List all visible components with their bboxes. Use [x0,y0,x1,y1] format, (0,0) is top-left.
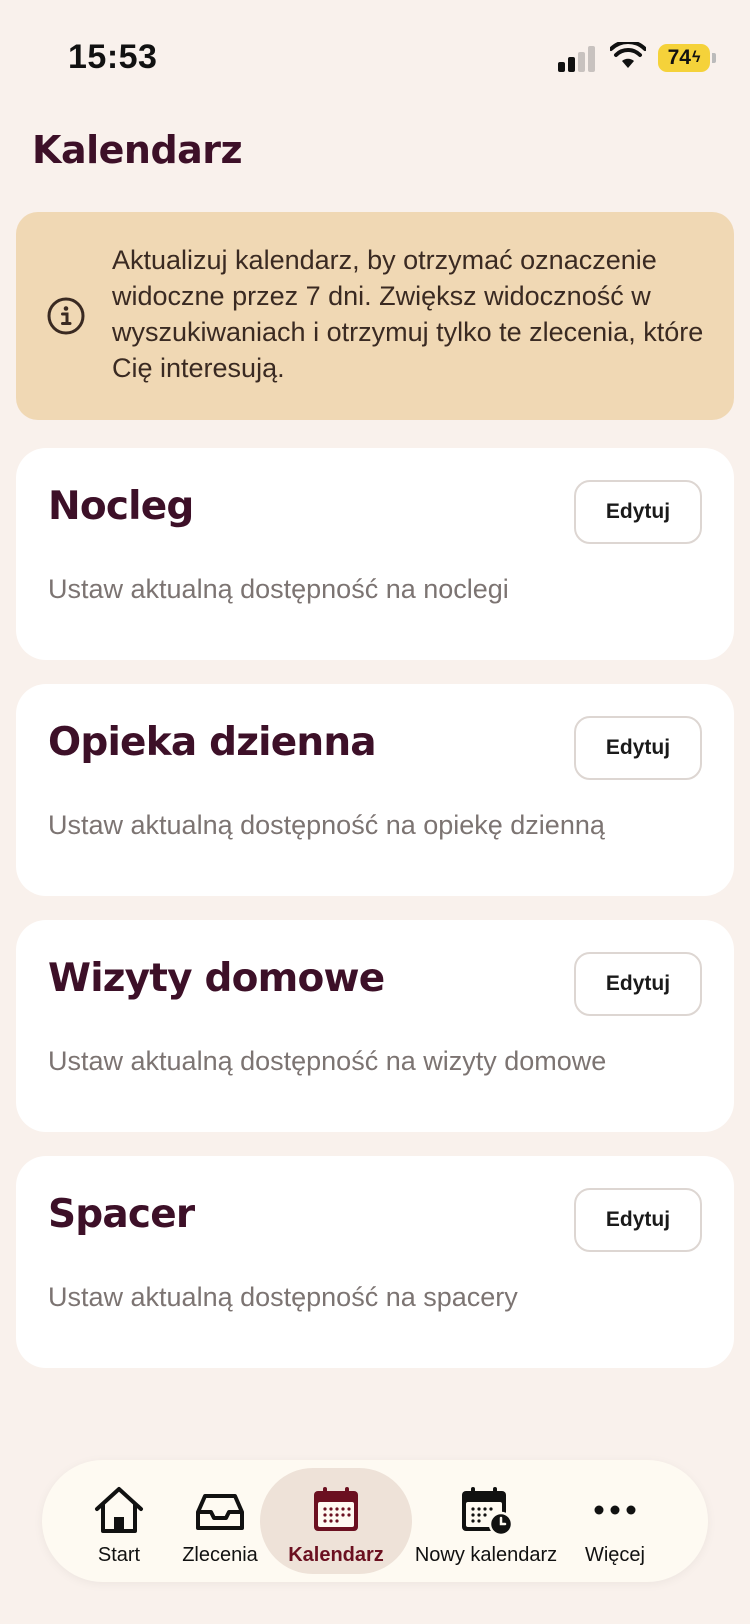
edit-button[interactable]: Edytuj [574,1188,702,1252]
service-card-wizyty-domowe: Wizyty domowe Edytuj Ustaw aktualną dost… [16,920,734,1132]
card-title: Wizyty domowe [48,956,385,1001]
tab-start[interactable]: Start [74,1460,164,1582]
tab-wiecej[interactable]: Więcej [570,1460,660,1582]
tab-zlecenia[interactable]: Zlecenia [172,1460,268,1582]
status-bar: 15:53 74 ϟ [0,0,750,110]
tab-kalendarz[interactable]: Kalendarz [276,1460,396,1582]
status-time: 15:53 [68,38,158,76]
service-card-spacer: Spacer Edytuj Ustaw aktualną dostępność … [16,1156,734,1368]
calendar-clock-icon [462,1487,514,1537]
tab-label: Więcej [584,1544,645,1566]
home-icon [95,1487,143,1533]
edit-button[interactable]: Edytuj [574,716,702,780]
calendar-icon [314,1487,358,1531]
charging-bolt-icon: ϟ [691,49,701,66]
info-icon [47,297,85,335]
page-title: Kalendarz [32,128,243,172]
more-icon [594,1505,636,1515]
battery-tip [712,53,716,63]
card-title: Spacer [48,1192,195,1237]
tab-label: Start [97,1544,141,1566]
wifi-icon [610,42,646,68]
card-title: Nocleg [48,484,194,529]
tab-nowy-kalendarz[interactable]: Nowy kalendarz [406,1460,566,1582]
edit-button[interactable]: Edytuj [574,480,702,544]
card-description: Ustaw aktualną dostępność na noclegi [48,574,509,604]
service-card-nocleg: Nocleg Edytuj Ustaw aktualną dostępność … [16,448,734,660]
card-title: Opieka dzienna [48,720,377,765]
card-description: Ustaw aktualną dostępność na wizyty domo… [48,1046,607,1076]
inbox-icon [196,1494,244,1530]
banner-text: Aktualizuj kalendarz, by otrzymać oznacz… [112,245,704,383]
card-description: Ustaw aktualną dostępność na spacery [48,1282,518,1312]
card-description: Ustaw aktualną dostępność na opiekę dzie… [48,810,605,840]
edit-button[interactable]: Edytuj [574,952,702,1016]
battery-indicator: 74 ϟ [658,44,710,72]
cellular-signal-icon [558,46,595,72]
bottom-tab-bar: Start Zlecenia Kalendarz Nowy kalendarz … [42,1460,708,1582]
battery-level: 74 [667,46,691,69]
info-banner: Aktualizuj kalendarz, by otrzymać oznacz… [16,212,734,420]
service-card-opieka-dzienna: Opieka dzienna Edytuj Ustaw aktualną dos… [16,684,734,896]
tab-label: Kalendarz [288,1544,384,1566]
tab-label: Nowy kalendarz [414,1544,558,1566]
tab-label: Zlecenia [182,1544,258,1566]
